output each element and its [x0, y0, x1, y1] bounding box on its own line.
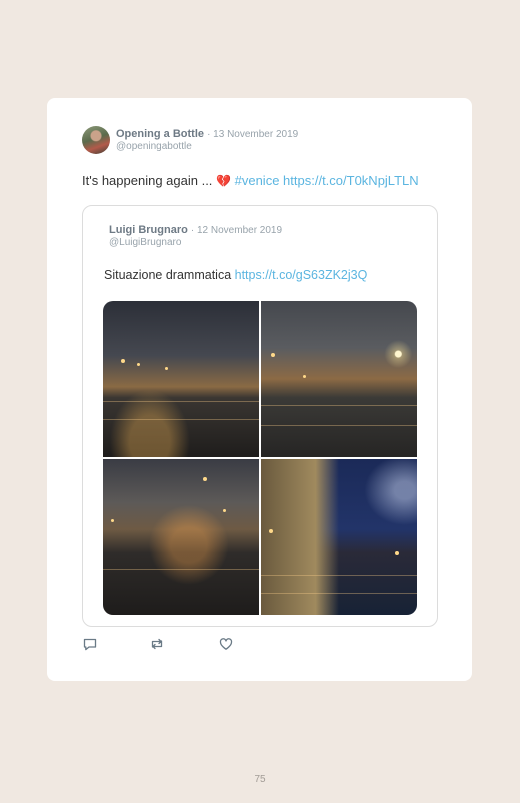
author-avatar[interactable] — [82, 126, 110, 154]
photo-venice-flood-4[interactable] — [261, 459, 417, 615]
author-handle[interactable]: @openingabottle — [116, 141, 192, 152]
quoted-author-name[interactable]: Luigi Brugnaro · 12 November 2019 — [109, 224, 282, 236]
quoted-tweet-link[interactable]: https://t.co/gS63ZK2j3Q — [235, 268, 368, 282]
reply-icon[interactable] — [82, 636, 98, 652]
author-name-text[interactable]: Opening a Bottle — [116, 128, 204, 140]
quoted-author-name-text[interactable]: Luigi Brugnaro — [109, 224, 188, 236]
retweet-icon[interactable] — [149, 636, 165, 652]
tweet-text-body: It's happening again ... — [82, 173, 217, 188]
photo-grid — [103, 301, 417, 615]
tweet-date[interactable]: · 13 November 2019 — [207, 129, 298, 140]
quoted-author-handle[interactable]: @LuigiBrugnaro — [109, 237, 181, 248]
photo-venice-flood-3[interactable] — [103, 459, 259, 615]
quoted-tweet[interactable]: Luigi Brugnaro · 12 November 2019 @Luigi… — [82, 205, 438, 627]
photo-venice-flood-1[interactable] — [103, 301, 259, 457]
page-number: 75 — [254, 774, 266, 785]
like-icon[interactable] — [218, 636, 234, 652]
tweet-card: Opening a Bottle · 13 November 2019 @ope… — [47, 98, 472, 681]
quoted-tweet-text: Situazione drammatica https://t.co/gS63Z… — [104, 268, 367, 282]
author-name[interactable]: Opening a Bottle · 13 November 2019 — [116, 128, 298, 140]
quoted-tweet-text-body: Situazione drammatica — [104, 268, 235, 282]
quoted-tweet-date[interactable]: · 12 November 2019 — [191, 225, 282, 236]
hashtag-link[interactable]: #venice — [235, 173, 280, 188]
tweet-text: It's happening again ... 💔 #venice https… — [82, 173, 419, 188]
broken-heart-icon: 💔 — [216, 174, 231, 188]
photo-venice-flood-2[interactable] — [261, 301, 417, 457]
tweet-link[interactable]: https://t.co/T0kNpjLTLN — [283, 173, 419, 188]
